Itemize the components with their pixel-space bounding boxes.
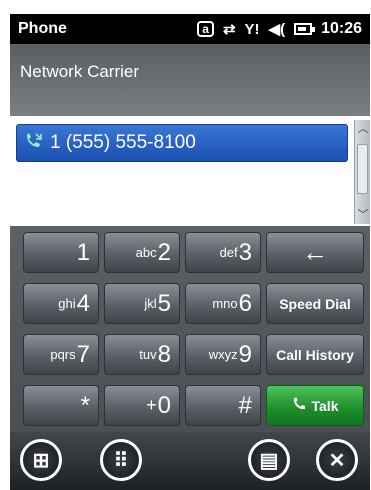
windows-start-icon: ⊞ [32,449,50,472]
key-6[interactable]: mno 6 [185,283,261,324]
app-title: Phone [18,20,67,37]
clock: 10:26 [321,20,362,37]
call-history-label: Call History [276,346,354,363]
phone-screen: Phone a ⇄ Y! ◀( 10:26 Network Carrier 1 … [0,0,371,490]
battery-icon [294,23,316,35]
key-0[interactable]: +0 [104,385,180,426]
carrier-name: Network Carrier [20,62,140,81]
call-log-list[interactable]: 1 (555) 555-8100 ︿ ﹀ [10,116,370,226]
key-1[interactable]: 1 [23,232,99,273]
key-hash[interactable]: # [185,385,261,426]
key-4[interactable]: ghi 4 [23,283,99,324]
carrier-banner: Network Carrier [10,44,370,116]
speed-dial-label: Speed Dial [279,295,351,312]
entry-phone-number: 1 (555) 555-8100 [50,132,196,153]
status-bar: Phone a ⇄ Y! ◀( 10:26 [10,14,370,44]
key-7[interactable]: pqrs 7 [23,334,99,375]
input-mode-icon: a [197,21,214,37]
phone-incoming-icon [24,132,46,155]
backspace-arrow-icon: ← [302,237,328,267]
key-3[interactable]: def 3 [185,232,261,273]
volume-icon: ◀( [268,20,286,38]
talk-label: Talk [311,397,339,414]
scroll-up-icon[interactable]: ︿ [355,120,371,138]
bottom-bar: ⊞ ⠿ ▤ ✕ [10,432,370,490]
speed-dial-button[interactable]: Speed Dial [266,283,364,324]
call-history-button[interactable]: Call History [266,334,364,375]
menu-button[interactable]: ▤ [248,439,290,481]
phone-icon [292,397,306,415]
call-log-entry[interactable]: 1 (555) 555-8100 [16,124,348,162]
close-icon: ✕ [328,449,346,472]
keyboard-icon: ⠿ [113,449,129,472]
key-2[interactable]: abc 2 [104,232,180,273]
backspace-button[interactable]: ← [266,232,364,273]
start-button[interactable]: ⊞ [20,439,62,481]
keyboard-button[interactable]: ⠿ [100,439,142,481]
data-sync-icon: ⇄ [222,20,236,38]
key-8[interactable]: tuv 8 [104,334,180,375]
key-star[interactable]: * [23,385,99,426]
scroll-thumb[interactable] [357,144,368,194]
key-9[interactable]: wxyz 9 [185,334,261,375]
scrollbar[interactable]: ︿ ﹀ [354,120,370,224]
close-button[interactable]: ✕ [316,439,358,481]
scroll-down-icon[interactable]: ﹀ [355,206,371,224]
dial-keypad: 1 abc 2 def 3 ← ghi 4 jkl 5 mno 6 Speed Dial … [10,226,370,432]
menu-icon: ▤ [259,449,279,472]
status-icons: a ⇄ Y! ◀( 10:26 [197,20,362,38]
key-5[interactable]: jkl 5 [104,283,180,324]
signal-icon: Y! [244,20,260,38]
talk-button[interactable]: Talk [266,385,364,426]
